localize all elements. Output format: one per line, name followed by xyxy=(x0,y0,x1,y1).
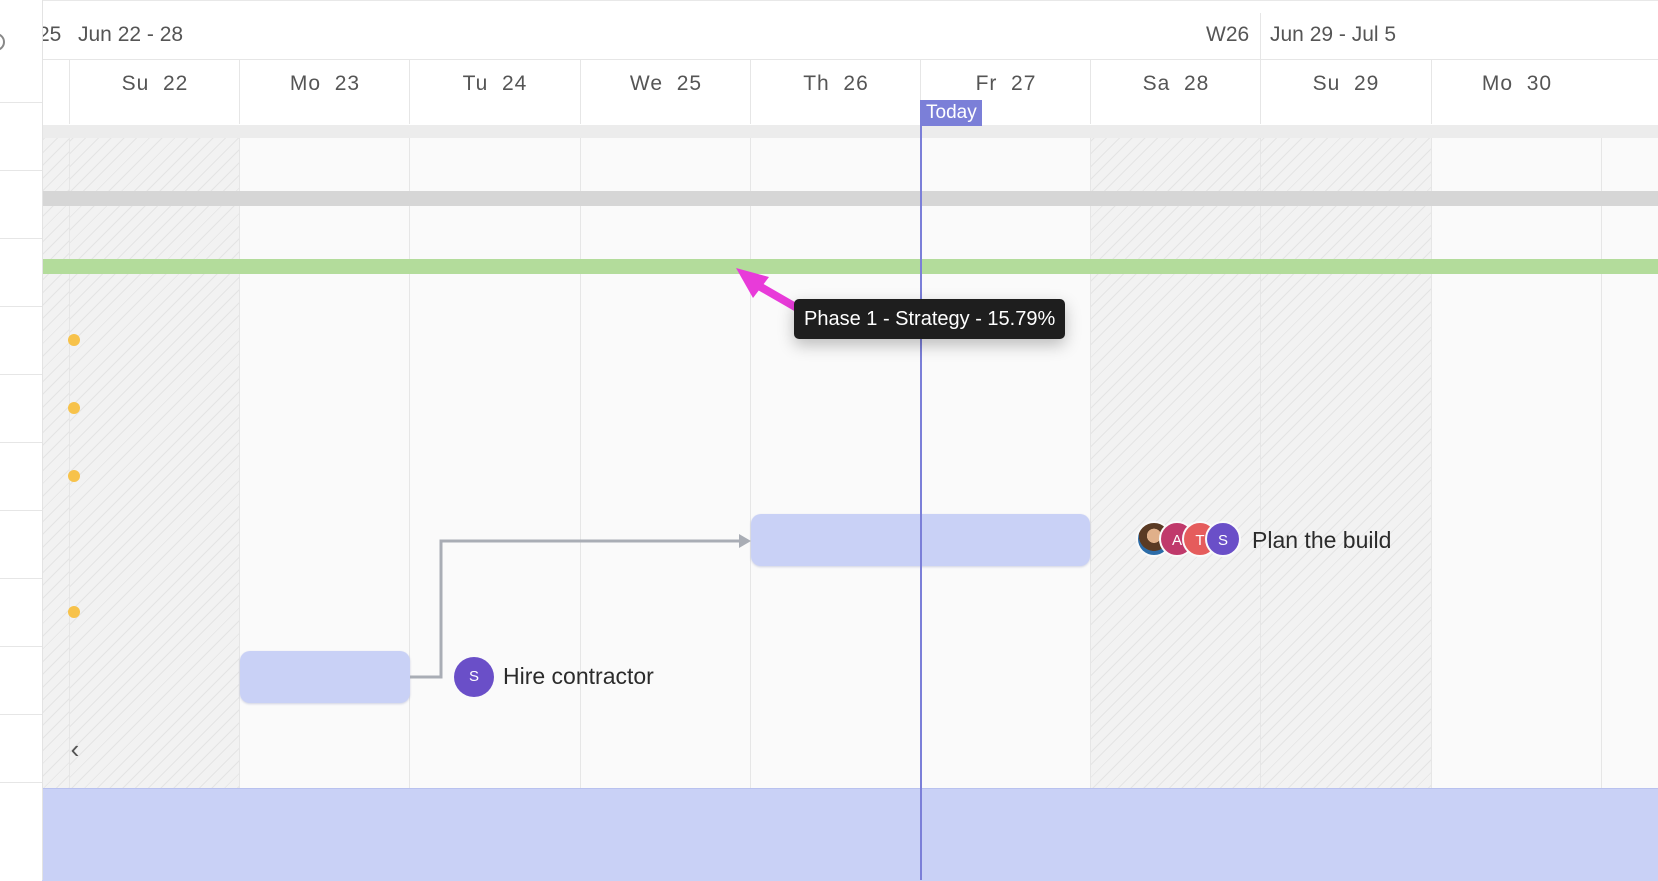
week-row: 25 Jun 22 - 28 W26 Jun 29 - Jul 5 xyxy=(38,1,1658,60)
day-column xyxy=(409,124,580,880)
day-column xyxy=(920,124,1091,880)
day-header-we25[interactable]: We 25 xyxy=(580,60,751,124)
milestone-dot[interactable] xyxy=(68,402,80,414)
row-divider xyxy=(0,646,42,647)
day-header-mo30[interactable]: Mo 30 xyxy=(1431,60,1602,124)
phase-bar-gray[interactable] xyxy=(42,191,1658,206)
row-divider xyxy=(0,714,42,715)
day-row: Su 22 Mo 23 Tu 24 We 25 Th 26 Fr 27 Sa 2… xyxy=(42,60,1658,124)
week-range-jun22: Jun 22 - 28 xyxy=(78,23,184,46)
row-divider xyxy=(0,306,42,307)
milestone-dot[interactable] xyxy=(68,334,80,346)
day-header-su22[interactable]: Su 22 xyxy=(69,60,240,124)
timeline-header: 25 Jun 22 - 28 W26 Jun 29 - Jul 5 Su 22 … xyxy=(38,0,1658,125)
day-header-su29[interactable]: Su 29 xyxy=(1260,60,1431,124)
day-header-mo23[interactable]: Mo 23 xyxy=(239,60,410,124)
row-divider xyxy=(0,170,42,171)
day-label: Mo 23 xyxy=(289,72,361,95)
day-label: We 25 xyxy=(629,72,703,95)
row-divider xyxy=(0,578,42,579)
day-label: Tu 24 xyxy=(462,72,528,95)
day-column xyxy=(239,124,410,880)
phase-bar-strategy[interactable] xyxy=(42,259,1658,274)
day-label: Su 29 xyxy=(1312,72,1380,95)
day-column-weekend xyxy=(42,124,69,880)
day-column-weekend xyxy=(69,124,240,880)
timeline-grid[interactable]: A T S Plan the build S Hire contractor xyxy=(42,124,1658,880)
milestone-dot[interactable] xyxy=(68,470,80,482)
left-task-panel xyxy=(0,0,43,880)
phase-tooltip: Phase 1 - Strategy - 15.79% xyxy=(794,299,1066,339)
day-column xyxy=(1431,124,1602,880)
day-label: Th 26 xyxy=(803,72,869,95)
today-badge[interactable]: Today xyxy=(921,100,982,126)
avatar[interactable]: S xyxy=(454,657,494,697)
day-label: Sa 28 xyxy=(1142,72,1210,95)
clock-icon[interactable] xyxy=(0,33,5,51)
bottom-task-bar[interactable] xyxy=(42,788,1658,881)
day-header-sa28[interactable]: Sa 28 xyxy=(1090,60,1261,124)
phase-bar-light[interactable] xyxy=(42,124,1658,138)
today-line xyxy=(920,100,922,880)
milestone-dot[interactable] xyxy=(68,606,80,618)
day-column-weekend xyxy=(1260,124,1431,880)
week-separator xyxy=(1260,13,1261,59)
task-label-hire-contractor[interactable]: Hire contractor xyxy=(503,663,654,690)
day-label: Mo 30 xyxy=(1481,72,1553,95)
avatar[interactable]: S xyxy=(1205,521,1241,557)
row-divider xyxy=(0,238,42,239)
day-label: Su 22 xyxy=(121,72,189,95)
chevron-left-icon[interactable]: ‹ xyxy=(62,734,88,764)
day-header-tu24[interactable]: Tu 24 xyxy=(409,60,580,124)
day-column-weekend xyxy=(1090,124,1261,880)
row-divider xyxy=(0,442,42,443)
day-header-th26[interactable]: Th 26 xyxy=(750,60,921,124)
row-divider xyxy=(0,374,42,375)
day-column xyxy=(1601,124,1658,880)
week-range-jun29: Jun 29 - Jul 5 xyxy=(1270,23,1397,46)
task-bar-hire-contractor[interactable] xyxy=(240,651,410,703)
row-divider xyxy=(0,782,42,783)
day-column xyxy=(750,124,921,880)
row-divider xyxy=(0,510,42,511)
day-label: Fr 27 xyxy=(975,72,1037,95)
week-label-w26: W26 xyxy=(1206,23,1250,46)
row-divider xyxy=(0,102,42,103)
task-label-plan-the-build[interactable]: Plan the build xyxy=(1252,527,1391,554)
day-column xyxy=(580,124,751,880)
